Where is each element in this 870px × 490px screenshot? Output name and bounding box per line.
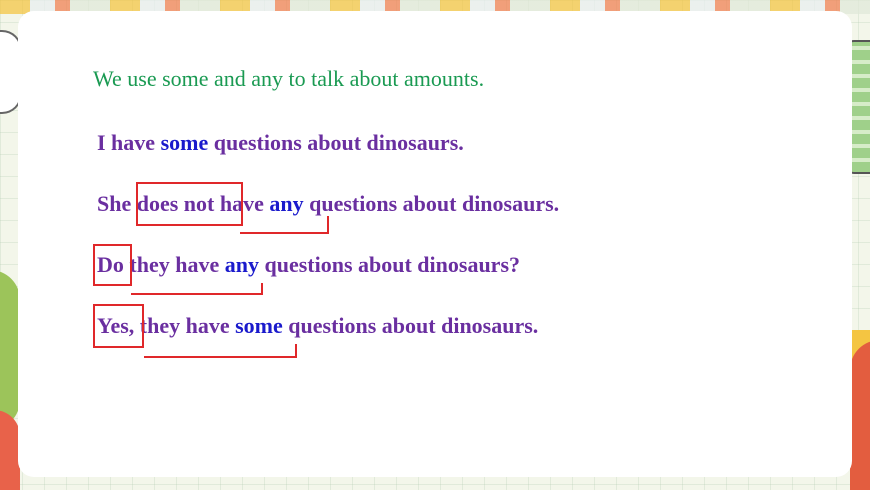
sentence-part: She — [97, 191, 137, 216]
highlight-box-yes — [93, 304, 144, 348]
keyword-some: some — [160, 130, 209, 155]
keyword-any: any — [224, 252, 259, 277]
sentence-part: questions about dinosaurs. — [208, 130, 464, 155]
highlight-box-does-not — [136, 182, 243, 226]
underline-bracket-2 — [131, 283, 263, 295]
underline-bracket-3 — [144, 344, 297, 358]
leaf-decoration — [0, 270, 20, 430]
red-shape-decoration-left — [0, 410, 20, 490]
keyword-some: some — [235, 313, 283, 338]
sentence-1: I have some questions about dinosaurs. — [97, 130, 464, 156]
red-shape-decoration-right — [850, 340, 870, 490]
sentence-4: Yes, they have some questions about dino… — [97, 313, 538, 339]
highlight-box-do — [93, 244, 132, 286]
sentence-part: questions about dinosaurs. — [303, 191, 560, 216]
keyword-any: any — [269, 191, 304, 216]
sentence-3: Do they have any questions about dinosau… — [97, 252, 520, 278]
underline-bracket-1 — [240, 216, 329, 234]
sentence-part: questions about dinosaurs? — [258, 252, 521, 277]
sentence-part: questions about dinosaurs. — [282, 313, 539, 338]
sentence-part: they have — [134, 313, 236, 338]
sentence-part: I have — [97, 130, 161, 155]
sentence-part: they have — [123, 252, 225, 277]
intro-text: We use some and any to talk about amount… — [93, 66, 485, 91]
